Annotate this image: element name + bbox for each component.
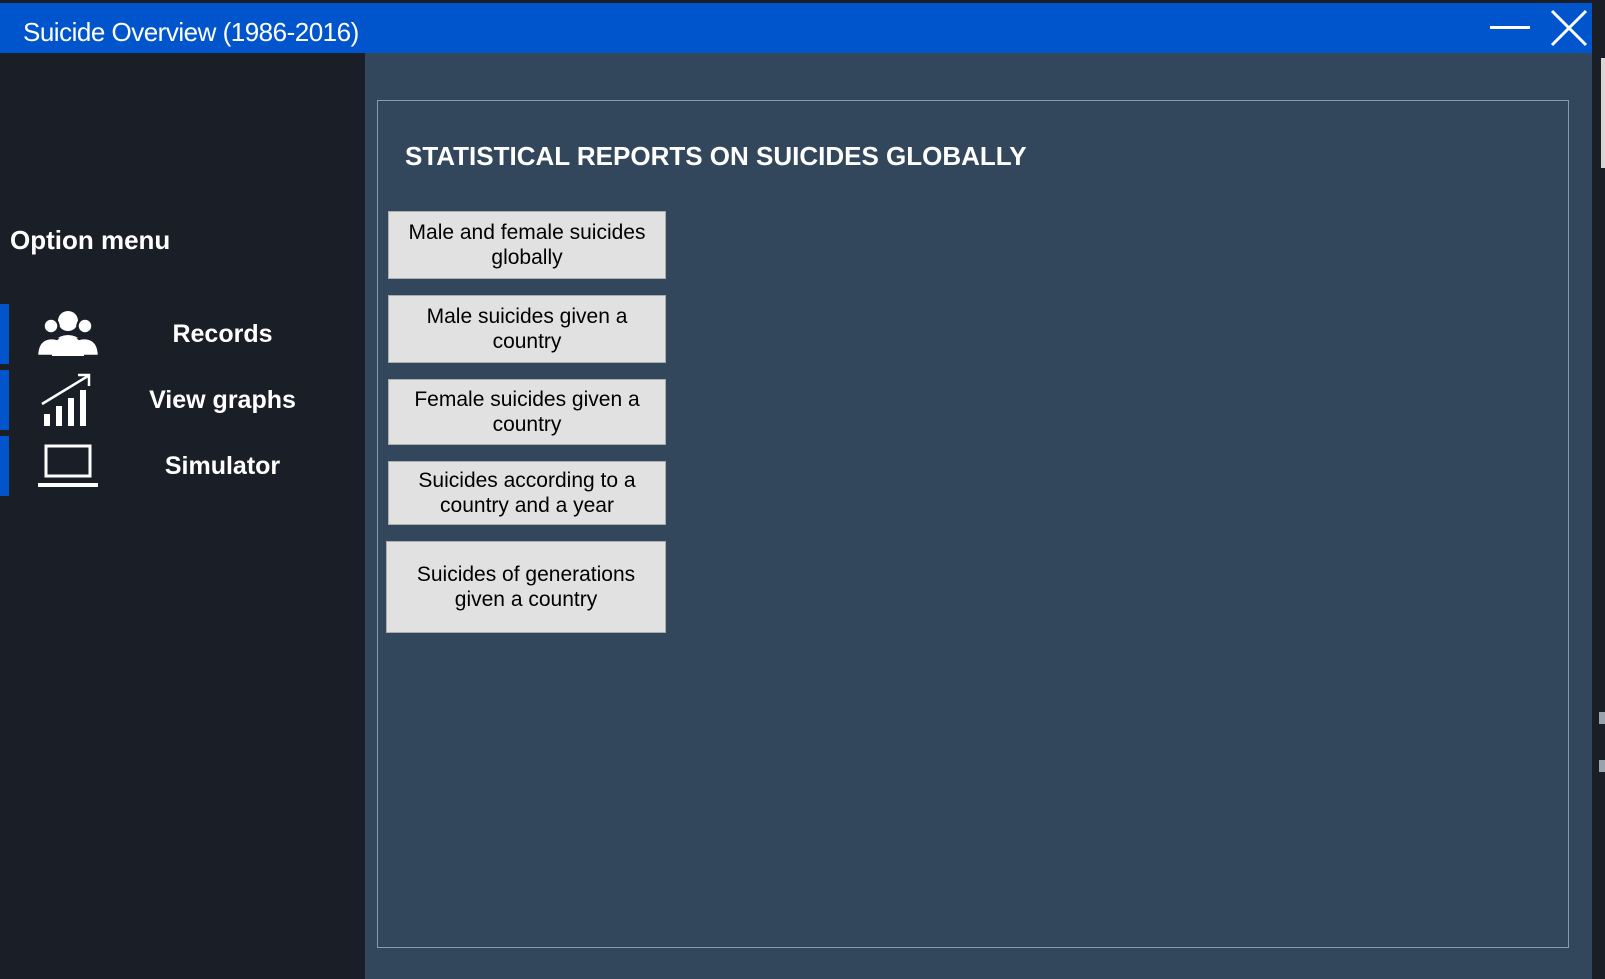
sidebar-item-view-graphs[interactable]: View graphs <box>0 370 365 430</box>
reports-panel: STATISTICAL REPORTS ON SUICIDES GLOBALLY… <box>377 100 1569 948</box>
option-menu-title: Option menu <box>10 225 171 255</box>
sidebar: Option menu Records View graphs Simulato… <box>0 53 365 979</box>
title-bar[interactable]: Suicide Overview (1986-2016) <box>0 3 1592 53</box>
sidebar-item-records[interactable]: Records <box>0 304 365 364</box>
window-title: Suicide Overview (1986-2016) <box>23 17 359 47</box>
active-indicator <box>0 370 9 430</box>
resize-grip[interactable] <box>1599 760 1605 772</box>
active-indicator <box>0 304 9 364</box>
minimize-icon <box>1490 26 1530 29</box>
male-by-country-button[interactable]: Male suicides given a country <box>388 295 666 363</box>
country-and-year-button[interactable]: Suicides according to a country and a ye… <box>388 461 666 525</box>
resize-grip[interactable] <box>1599 712 1605 724</box>
sidebar-item-label: View graphs <box>149 386 296 414</box>
laptop-icon <box>38 444 98 487</box>
male-female-global-button[interactable]: Male and female suicides globally <box>388 211 666 279</box>
active-indicator <box>0 436 9 496</box>
sidebar-item-label: Records <box>172 320 273 348</box>
main-content: STATISTICAL REPORTS ON SUICIDES GLOBALLY… <box>365 53 1592 979</box>
users-icon <box>36 311 100 358</box>
close-button[interactable] <box>1546 3 1592 53</box>
minimize-button[interactable] <box>1488 3 1534 53</box>
window-right-edge <box>1592 0 1605 979</box>
page-title: STATISTICAL REPORTS ON SUICIDES GLOBALLY <box>405 141 1027 171</box>
app-window: Suicide Overview (1986-2016) Option menu <box>0 0 1605 979</box>
scrollbar-thumb[interactable] <box>1601 58 1605 168</box>
sidebar-item-simulator[interactable]: Simulator <box>0 436 365 496</box>
female-by-country-button[interactable]: Female suicides given a country <box>388 379 666 445</box>
generations-by-country-button[interactable]: Suicides of generations given a country <box>386 541 666 633</box>
close-icon <box>1550 9 1588 47</box>
sidebar-item-label: Simulator <box>164 452 281 480</box>
chart-icon <box>41 373 91 426</box>
